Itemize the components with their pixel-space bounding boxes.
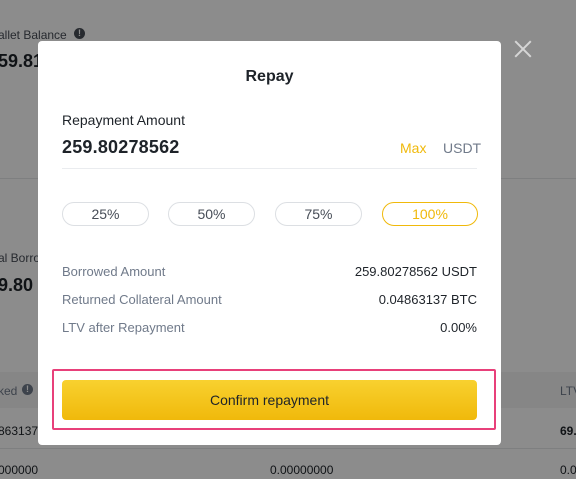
returned-collateral-value: 0.04863137 BTC [378,292,477,307]
repayment-amount-input[interactable]: 259.80278562 [62,137,180,158]
input-underline [62,168,477,169]
close-icon[interactable] [512,38,534,60]
currency-unit: USDT [443,140,482,156]
percent-25-button[interactable]: 25% [62,202,149,226]
borrowed-amount-value: 259.80278562 USDT [354,264,477,279]
max-button[interactable]: Max [400,140,426,156]
modal-title: Repay [245,68,294,85]
percent-100-button[interactable]: 100% [382,202,478,226]
percent-75-button[interactable]: 75% [275,202,362,226]
ltv-after-label: LTV after Repayment [62,320,185,335]
repayment-amount-label: Repayment Amount [62,112,185,128]
percent-50-button[interactable]: 50% [168,202,255,226]
borrowed-amount-label: Borrowed Amount [62,264,166,279]
highlight-box [52,369,496,430]
ltv-after-value: 0.00% [440,320,477,335]
returned-collateral-label: Returned Collateral Amount [62,292,222,307]
